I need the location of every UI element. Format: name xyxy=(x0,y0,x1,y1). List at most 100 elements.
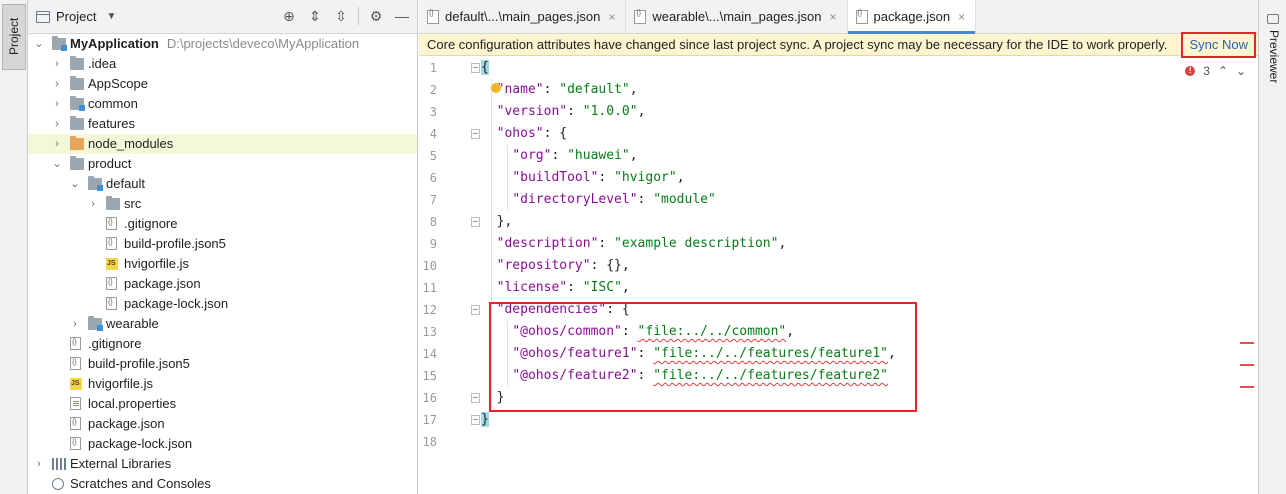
chevron-right-icon[interactable]: › xyxy=(88,194,98,214)
tree-row[interactable]: ⌄ product xyxy=(28,154,417,174)
editor-tab[interactable]: package.json × xyxy=(847,0,977,34)
tree-row[interactable]: Scratches and Consoles xyxy=(28,474,417,494)
tree-item[interactable]: Scratches and Consoles xyxy=(70,474,211,494)
project-tool-tab[interactable]: Project xyxy=(2,4,26,70)
fold-marker-icon[interactable] xyxy=(471,129,480,139)
fold-marker-icon[interactable] xyxy=(471,217,480,227)
tree-row[interactable]: › .idea xyxy=(28,54,417,74)
tree-item[interactable]: External Libraries xyxy=(70,454,171,474)
tree-row[interactable]: package-lock.json xyxy=(28,433,417,454)
project-tree: ⌄ MyApplication D:\projects\deveco\MyAppli… xyxy=(28,34,417,494)
chevron-right-icon[interactable]: › xyxy=(52,54,62,74)
previewer-icon[interactable] xyxy=(1267,14,1279,24)
sync-now-link[interactable]: Sync Now xyxy=(1181,32,1256,58)
tree-row[interactable]: build-profile.json5 xyxy=(28,353,417,374)
intention-bulb-icon[interactable] xyxy=(491,83,501,93)
line-number: 15 xyxy=(422,369,437,383)
error-stripe-mark[interactable] xyxy=(1240,386,1254,388)
editor-tab[interactable]: default\...\main_pages.json × xyxy=(419,0,627,33)
tree-item[interactable]: AppScope xyxy=(88,74,148,94)
tree-row[interactable]: hvigorfile.js xyxy=(28,254,417,274)
project-view-selector[interactable]: Project xyxy=(56,9,96,24)
fold-marker-icon[interactable] xyxy=(471,63,480,73)
tree-item[interactable]: build-profile.json5 xyxy=(124,234,226,254)
error-stripe-mark[interactable] xyxy=(1240,364,1254,366)
tree-row[interactable]: package-lock.json xyxy=(28,293,417,314)
tree-item[interactable]: package.json xyxy=(124,274,201,294)
tree-item[interactable]: features xyxy=(88,114,135,134)
tree-item[interactable]: local.properties xyxy=(88,394,176,414)
close-tab-icon[interactable]: × xyxy=(830,10,837,24)
tree-item[interactable]: package-lock.json xyxy=(124,294,228,314)
tree-row[interactable]: ⌄ MyApplication D:\projects\deveco\MyAppli… xyxy=(28,34,417,54)
chevron-right-icon[interactable]: › xyxy=(52,74,62,94)
tree-row[interactable]: package.json xyxy=(28,413,417,434)
tree-row[interactable]: › wearable xyxy=(28,314,417,334)
tree-item[interactable]: src xyxy=(124,194,141,214)
chevron-down-icon[interactable]: ⌄ xyxy=(34,34,44,54)
tree-item[interactable]: package.json xyxy=(88,414,165,434)
tree-item[interactable]: hvigorfile.js xyxy=(124,254,189,274)
fold-marker-icon[interactable] xyxy=(471,393,480,403)
chevron-right-icon[interactable]: › xyxy=(52,114,62,134)
tree-item[interactable]: MyApplication D:\projects\deveco\MyApplic… xyxy=(70,34,359,54)
tree-row[interactable]: .gitignore xyxy=(28,333,417,354)
close-tab-icon[interactable]: × xyxy=(608,10,615,24)
chevron-right-icon[interactable]: › xyxy=(52,94,62,114)
tree-row[interactable]: build-profile.json5 xyxy=(28,233,417,254)
tree-item[interactable]: package-lock.json xyxy=(88,434,192,454)
tree-item[interactable]: .gitignore xyxy=(88,334,141,354)
previous-error-icon[interactable]: ⌃ xyxy=(1218,64,1228,78)
code-area[interactable]: { "name": "default", "version": "1.0.0",… xyxy=(481,57,1218,494)
line-number: 17 xyxy=(422,413,437,427)
tree-row[interactable]: › node_modules xyxy=(28,134,417,154)
tree-item[interactable]: .idea xyxy=(88,54,116,74)
editor-area: default\...\main_pages.json×wearable\...… xyxy=(419,0,1258,494)
tree-row[interactable]: › External Libraries xyxy=(28,454,417,474)
expand-all-icon[interactable]: ⇕ xyxy=(306,7,324,25)
tree-item-label: package.json xyxy=(88,416,165,431)
tree-item[interactable]: default xyxy=(106,174,145,194)
fold-marker-icon[interactable] xyxy=(471,305,480,315)
close-tab-icon[interactable]: × xyxy=(958,10,965,24)
inspection-widget[interactable]: ! 3 ⌃ ⌄ xyxy=(1185,64,1246,78)
tree-row[interactable]: package.json xyxy=(28,273,417,294)
tree-row[interactable]: local.properties xyxy=(28,394,417,414)
tree-item-label: .idea xyxy=(88,56,117,71)
chevron-down-icon[interactable]: ⌄ xyxy=(70,174,80,194)
tree-row[interactable]: › AppScope xyxy=(28,74,417,94)
fold-marker-icon[interactable] xyxy=(471,415,480,425)
tree-item[interactable]: common xyxy=(88,94,138,114)
tree-row[interactable]: .gitignore xyxy=(28,213,417,234)
editor-tab[interactable]: wearable\...\main_pages.json × xyxy=(626,0,848,33)
chevron-right-icon[interactable]: › xyxy=(34,454,44,474)
tree-row[interactable]: ⌄ default xyxy=(28,174,417,194)
gear-icon[interactable]: ⚙ xyxy=(367,7,385,25)
tree-item[interactable]: product xyxy=(88,154,131,174)
chevron-down-icon[interactable]: ⌄ xyxy=(52,154,62,174)
scratch-icon xyxy=(52,478,64,490)
chevron-down-icon[interactable]: ▼ xyxy=(106,11,116,22)
tree-item[interactable]: build-profile.json5 xyxy=(88,354,190,374)
previewer-tab-label[interactable]: Previewer xyxy=(1267,30,1281,83)
tree-row[interactable]: › src xyxy=(28,194,417,214)
next-error-icon[interactable]: ⌄ xyxy=(1236,64,1246,78)
tree-item[interactable]: node_modules xyxy=(88,134,173,154)
sync-banner-message: Core configuration attributes have chang… xyxy=(427,37,1168,52)
file-icon xyxy=(70,333,81,353)
chevron-right-icon[interactable]: › xyxy=(70,314,80,334)
hide-panel-icon[interactable]: — xyxy=(393,7,411,25)
tree-item-label: External Libraries xyxy=(70,456,172,471)
chevron-right-icon[interactable]: › xyxy=(52,134,62,154)
locate-file-icon[interactable]: ⊕ xyxy=(280,7,298,25)
tree-item[interactable]: hvigorfile.js xyxy=(88,374,153,394)
tree-row[interactable]: hvigorfile.js xyxy=(28,374,417,394)
tree-row[interactable]: › common xyxy=(28,94,417,114)
line-number: 13 xyxy=(422,325,437,339)
tree-item[interactable]: .gitignore xyxy=(124,214,177,234)
code-line: "org": "huawei", xyxy=(512,148,638,163)
collapse-all-icon[interactable]: ⇳ xyxy=(332,7,350,25)
tree-item[interactable]: wearable xyxy=(106,314,159,334)
tree-row[interactable]: › features xyxy=(28,114,417,134)
error-stripe-mark[interactable] xyxy=(1240,342,1254,344)
